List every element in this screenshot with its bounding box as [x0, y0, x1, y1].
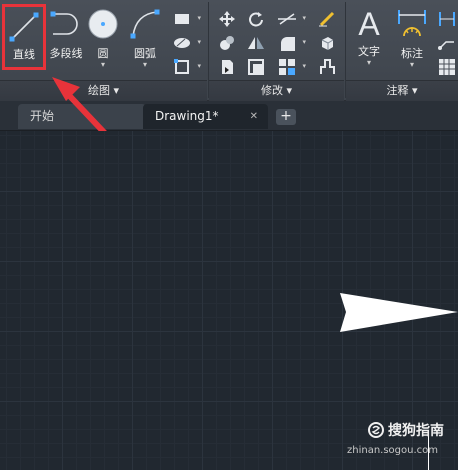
circle-dropdown-icon[interactable]: ▾: [101, 61, 105, 69]
arc-icon: [130, 9, 160, 39]
move-icon[interactable]: [216, 10, 238, 28]
document-tab-bar: 开始 Drawing1* ✕ +: [0, 101, 458, 131]
dimension-icon: [398, 10, 426, 37]
polyline-tool-button[interactable]: 多段线: [46, 8, 86, 61]
close-icon[interactable]: ✕: [250, 104, 258, 129]
copy-icon[interactable]: [216, 34, 238, 52]
circle-tool-button[interactable]: 圆 ▾: [87, 8, 119, 69]
dimension-tool-label: 标注: [401, 47, 423, 60]
arc-tool-label: 圆弧: [134, 47, 156, 60]
arc-tool-button[interactable]: 圆弧 ▾: [128, 8, 162, 69]
table-icon[interactable]: [436, 58, 458, 76]
scale-icon[interactable]: [245, 58, 267, 76]
explode-icon[interactable]: [316, 34, 338, 52]
array-icon[interactable]: ▾: [276, 58, 306, 76]
leader-icon[interactable]: [436, 34, 458, 52]
circle-tool-label: 圆: [97, 47, 109, 60]
chevron-down-icon: ▾: [286, 84, 293, 97]
tab-drawing1-label: Drawing1*: [155, 109, 219, 123]
linear-dimension-icon[interactable]: [436, 10, 458, 28]
text-tool-button[interactable]: A 文字 ▾: [352, 6, 386, 67]
line-icon: [9, 12, 39, 42]
annotation-panel-title[interactable]: 注释 ▾: [346, 80, 458, 101]
modify-panel-label: 修改: [260, 84, 283, 97]
arc-dropdown-icon[interactable]: ▾: [143, 61, 147, 69]
watermark-url: zhinan.sogou.com: [346, 445, 438, 456]
chevron-down-icon: ▾: [411, 84, 418, 97]
sogou-watermark: 搜狗指南: [368, 420, 444, 440]
polyline-icon: [50, 11, 78, 35]
modify-panel-title[interactable]: 修改 ▾: [209, 80, 344, 101]
chevron-down-icon: ▾: [113, 84, 120, 97]
rotate-icon[interactable]: [245, 10, 267, 28]
line-tool-button[interactable]: 直线: [2, 4, 46, 70]
dimension-tool-button[interactable]: 标注 ▾: [394, 8, 430, 69]
line-tool-label: 直线: [13, 48, 35, 61]
stretch-icon[interactable]: [216, 58, 238, 76]
text-icon: A: [358, 6, 380, 42]
dimension-dropdown-icon[interactable]: ▾: [410, 61, 414, 69]
annotation-panel-label: 注释: [386, 84, 409, 97]
polyline-tool-label: 多段线: [49, 47, 83, 60]
draw-panel-title[interactable]: 绘图 ▾: [0, 80, 207, 101]
trim-icon[interactable]: ▾: [276, 10, 306, 28]
ribbon: 直线 多段线 圆 ▾ 圆弧 ▾ ▾ ▾ ▾ ▾ ▾ ▾ A 文字 ▾ 标注 ▾ …: [0, 0, 458, 101]
offset-icon[interactable]: [316, 58, 338, 76]
sogou-logo-icon: [368, 422, 384, 438]
text-tool-label: 文字: [358, 45, 380, 58]
tab-start-label: 开始: [30, 109, 55, 123]
erase-icon[interactable]: [316, 10, 338, 28]
boundary-icon[interactable]: ▾: [171, 58, 201, 76]
watermark-name: 搜狗指南: [388, 423, 444, 439]
new-tab-button[interactable]: +: [276, 109, 296, 125]
draw-panel-label: 绘图: [87, 84, 110, 97]
fillet-icon[interactable]: ▾: [276, 34, 306, 52]
mirror-icon[interactable]: [245, 34, 267, 52]
circle-icon: [88, 9, 118, 39]
tab-drawing1[interactable]: Drawing1* ✕: [143, 104, 268, 129]
hatch-icon[interactable]: ▾: [171, 34, 201, 52]
drawing-canvas[interactable]: 搜狗指南 zhinan.sogou.com: [0, 131, 458, 470]
tab-start[interactable]: 开始: [18, 104, 146, 129]
plus-icon: +: [280, 108, 292, 124]
rectangle-icon[interactable]: ▾: [171, 10, 201, 28]
text-dropdown-icon[interactable]: ▾: [367, 59, 371, 67]
